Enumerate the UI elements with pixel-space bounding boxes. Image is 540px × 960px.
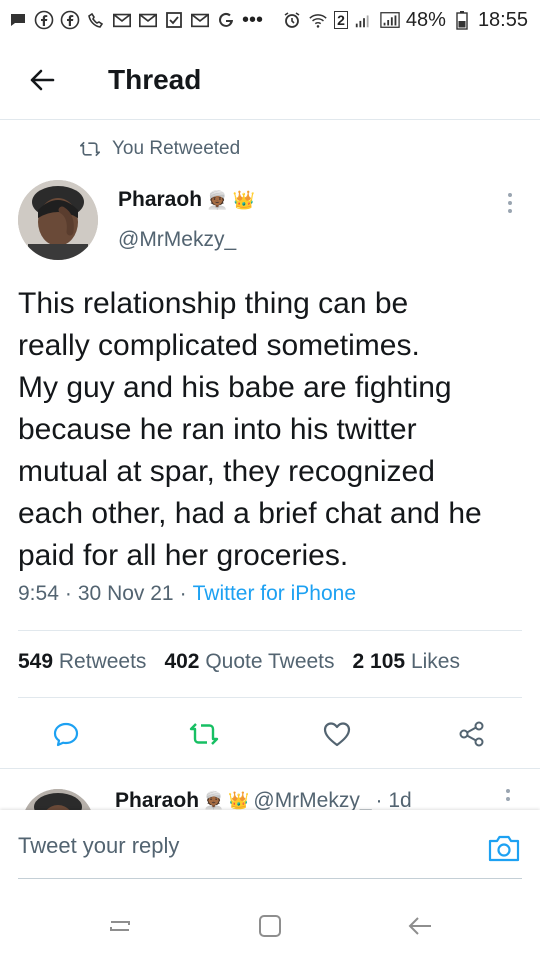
clock: 18:55	[477, 8, 528, 31]
gmail-icon	[112, 10, 132, 30]
gmail-icon	[138, 10, 158, 30]
chat-notification-icon	[8, 10, 28, 30]
camera-button[interactable]	[484, 830, 524, 866]
facebook-icon	[60, 10, 80, 30]
tweet-meta: 9:54 · 30 Nov 21 · Twitter for iPhone	[18, 582, 356, 606]
more-vertical-icon-dot	[508, 209, 512, 213]
tweet-line: because he ran into his twitter	[18, 413, 417, 446]
tweet-text: This relationship thing can be really co…	[18, 283, 528, 577]
status-bar-system: 2 48% 18:55	[282, 9, 528, 32]
missed-call-icon	[86, 10, 106, 30]
gmail-icon	[190, 10, 210, 30]
camera-icon	[488, 835, 520, 862]
meta-separator: ·	[179, 582, 187, 605]
crown-emoji: 👑	[232, 189, 255, 210]
tweet-line: paid for all her groceries.	[18, 539, 349, 572]
reply-more-options-button[interactable]	[506, 789, 510, 801]
tweet-actions	[0, 714, 540, 754]
reply-author-handle: @MrMekzy_	[253, 789, 372, 810]
reply-composer	[0, 810, 540, 890]
page-title: Thread	[108, 63, 202, 95]
reply-author-name: Pharaoh	[115, 789, 200, 810]
more-options-button[interactable]	[498, 188, 522, 218]
more-vertical-icon	[508, 193, 512, 197]
arrow-left-icon	[30, 69, 55, 90]
tweet-line: This relationship thing can be	[18, 287, 409, 320]
more-vertical-icon	[506, 789, 510, 793]
back-nav-button[interactable]	[400, 908, 440, 944]
composer-underline	[18, 878, 522, 879]
wifi-icon	[308, 10, 328, 30]
back-button[interactable]	[12, 50, 72, 110]
retweeted-indicator: You Retweeted	[80, 138, 240, 160]
avatar-image	[18, 180, 98, 260]
recent-apps-icon	[110, 921, 130, 931]
more-vertical-icon-dot	[506, 797, 510, 801]
facebook-icon	[34, 10, 54, 30]
retweets-stat[interactable]: 549 Retweets	[18, 650, 146, 674]
likes-count: 2 105	[352, 650, 406, 673]
tweet-date: 30 Nov 21	[77, 582, 174, 605]
system-navigation-bar	[0, 890, 540, 960]
tweet-source-link[interactable]: Twitter for iPhone	[193, 582, 356, 606]
checkbox-icon	[164, 10, 184, 30]
retweet-icon	[189, 723, 219, 745]
retweet-icon	[80, 141, 100, 157]
more-vertical-icon-dot	[508, 201, 512, 205]
back-arrow-icon	[408, 917, 431, 935]
more-notifications-icon: •••	[242, 8, 264, 31]
turban-emoji: 👳🏾	[206, 189, 229, 210]
alarm-icon	[282, 10, 302, 30]
top-app-bar: Thread	[0, 40, 540, 120]
share-button[interactable]	[452, 714, 492, 754]
tweet-line: really complicated sometimes.	[18, 329, 420, 362]
tweet-stats: 549 Retweets 402 Quote Tweets 2 105 Like…	[18, 650, 460, 674]
home-icon	[259, 915, 281, 937]
reply-author-avatar[interactable]	[22, 789, 94, 810]
retweets-label: Retweets	[58, 650, 147, 673]
tweet-line: each other, had a brief chat and he	[18, 497, 482, 530]
tweet-line: mutual at spar, they recognized	[18, 455, 435, 488]
retweet-button[interactable]	[184, 714, 224, 754]
recent-apps-button[interactable]	[100, 908, 140, 944]
battery-icon	[452, 10, 472, 30]
reply-age: · 1d	[375, 789, 412, 810]
status-bar-notifications: •••	[8, 9, 263, 32]
quotes-count: 402	[164, 650, 200, 673]
reply-button[interactable]	[46, 714, 86, 754]
divider	[18, 697, 522, 698]
home-button[interactable]	[250, 908, 290, 944]
meta-separator: ·	[64, 582, 72, 605]
share-icon	[459, 721, 484, 747]
signal-icon	[354, 10, 374, 30]
retweeted-label: You Retweeted	[112, 138, 241, 159]
author-avatar[interactable]	[18, 180, 98, 260]
tweet-time: 9:54	[18, 582, 59, 605]
heart-icon	[323, 722, 351, 747]
status-bar: ••• 2 48% 18:55	[0, 0, 540, 40]
reply-preview[interactable]: Pharaoh 👳🏾 👑 @MrMekzy_ · 1d	[0, 768, 540, 810]
author-name-row[interactable]: Pharaoh 👳🏾 👑	[118, 188, 255, 212]
author-name: Pharaoh	[118, 188, 203, 211]
quotes-label: Quote Tweets	[205, 650, 335, 673]
quote-tweets-stat[interactable]: 402 Quote Tweets	[164, 650, 334, 674]
likes-stat[interactable]: 2 105 Likes	[353, 650, 460, 674]
signal-icon	[380, 10, 400, 30]
turban-emoji: 👳🏾	[203, 791, 225, 810]
sim-badge: 2	[334, 11, 348, 29]
reply-icon	[53, 722, 79, 747]
like-button[interactable]	[317, 714, 357, 754]
author-handle[interactable]: @MrMekzy_	[118, 228, 236, 252]
divider	[18, 630, 522, 631]
reply-input[interactable]	[18, 826, 458, 866]
retweets-count: 549	[18, 650, 54, 673]
google-icon	[216, 10, 236, 30]
crown-emoji: 👑	[228, 791, 250, 810]
likes-label: Likes	[410, 650, 460, 673]
tweet-line: My guy and his babe are fighting	[18, 371, 452, 404]
reply-author-line: Pharaoh 👳🏾 👑 @MrMekzy_ · 1d	[115, 789, 412, 810]
avatar-image	[22, 789, 94, 810]
battery-percent: 48%	[405, 8, 446, 31]
